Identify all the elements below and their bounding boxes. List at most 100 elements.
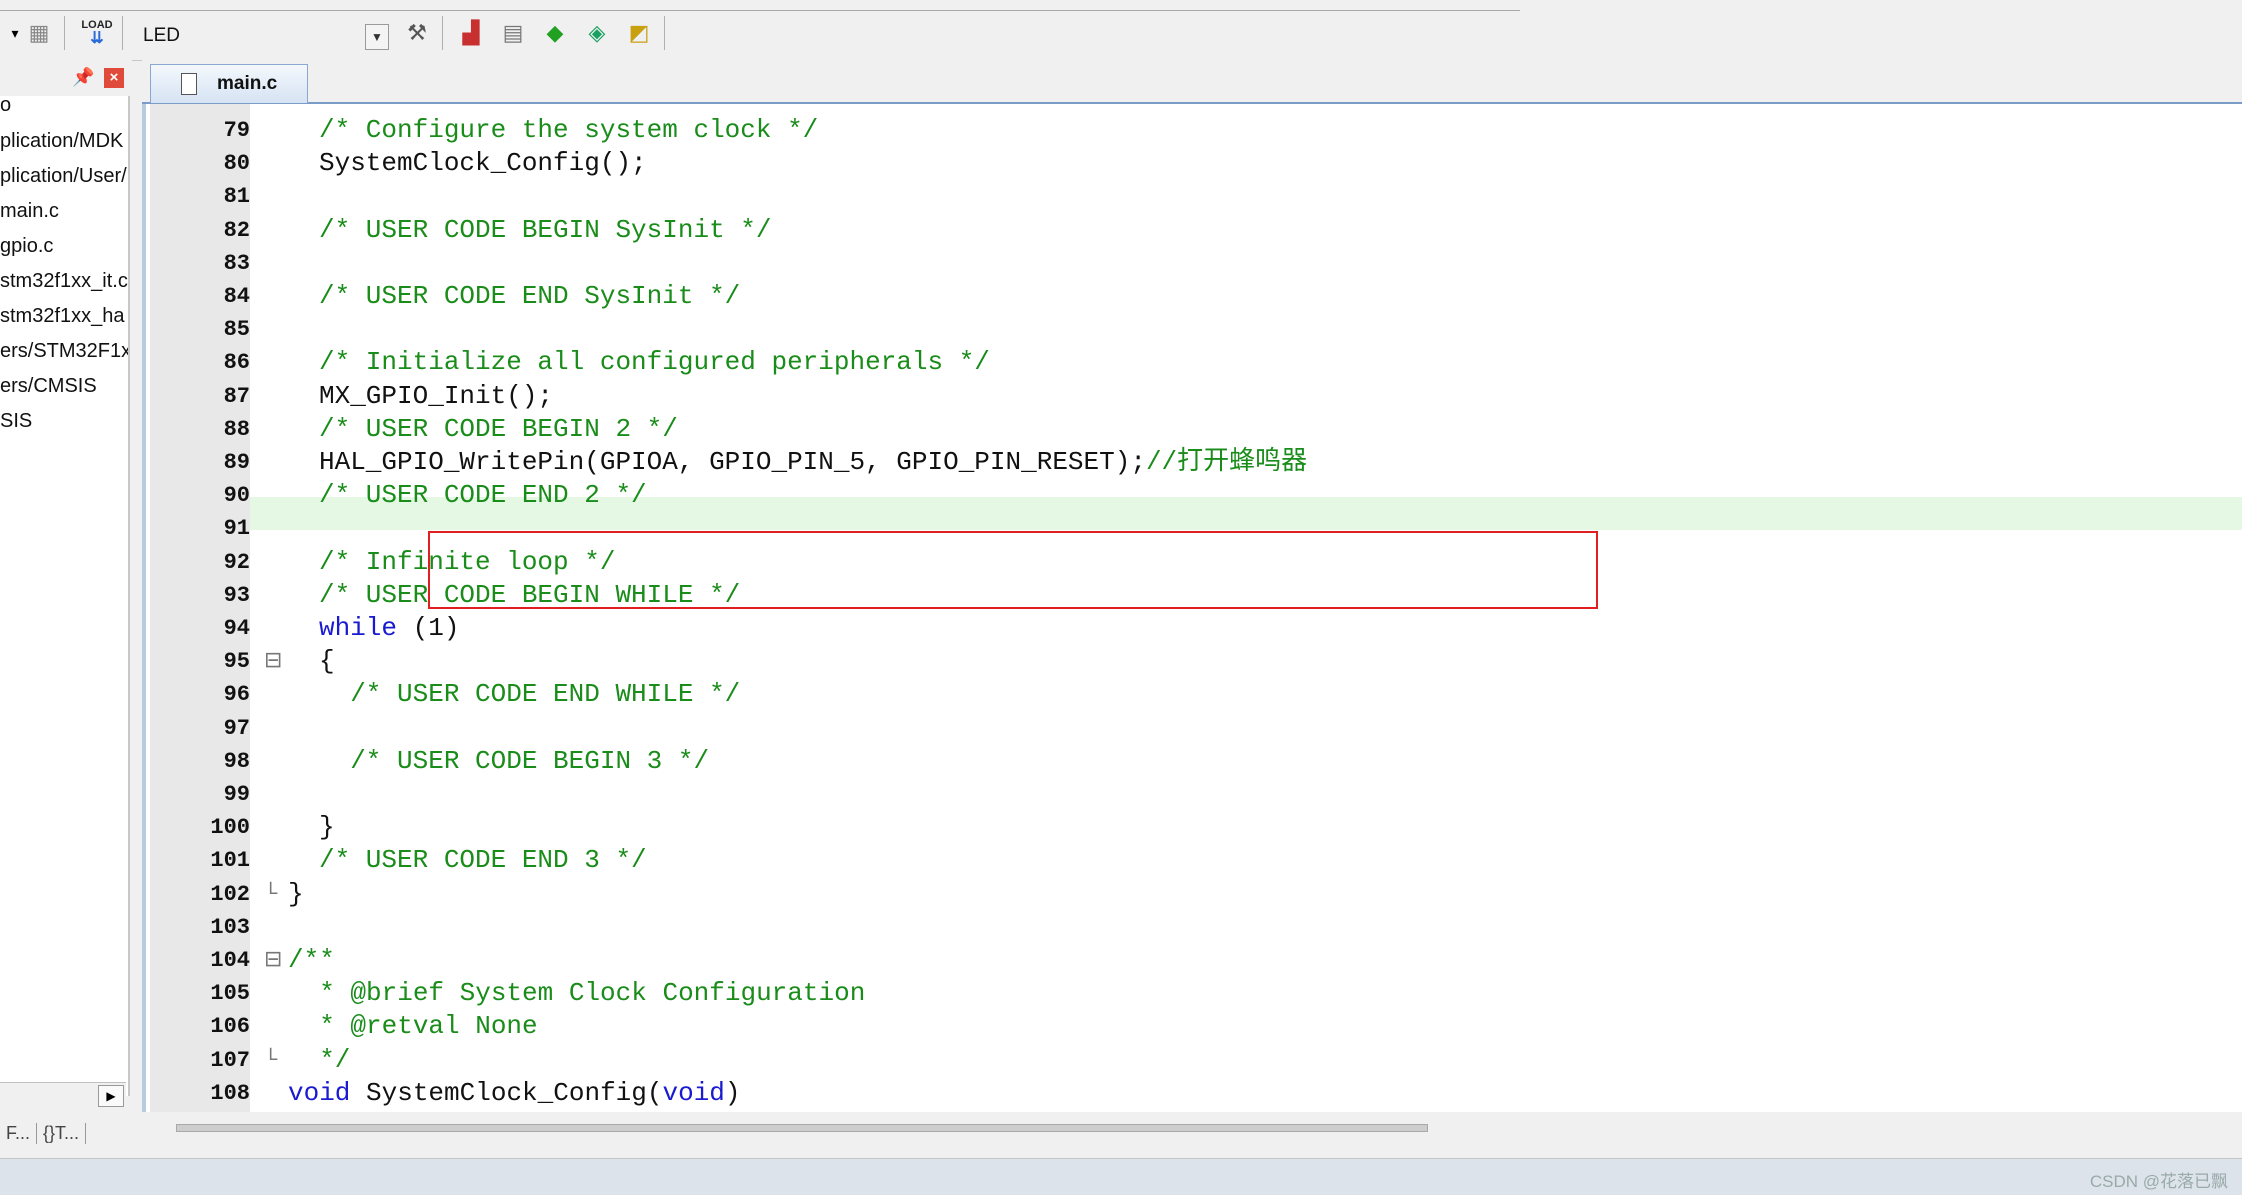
toolbar-separator bbox=[122, 16, 123, 50]
code-text: /* Configure the system clock */ bbox=[319, 114, 818, 147]
code-line[interactable]: 100} bbox=[146, 811, 2242, 844]
code-line[interactable]: 86/* Initialize all configured periphera… bbox=[146, 346, 2242, 379]
fold-end-marker: └ bbox=[264, 1044, 277, 1077]
tab-main-c[interactable]: main.c bbox=[150, 64, 308, 103]
pin-icon[interactable]: 📌 bbox=[72, 67, 94, 88]
line-number: 81 bbox=[150, 180, 250, 213]
select-packs-icon[interactable]: ◈ bbox=[582, 18, 612, 48]
manage-rte-icon[interactable]: ◩ bbox=[624, 18, 654, 48]
line-number: 95 bbox=[150, 645, 250, 678]
fold-toggle-icon[interactable]: ⊟ bbox=[264, 944, 282, 977]
tree-item[interactable]: SIS bbox=[0, 410, 32, 433]
fold-toggle-icon[interactable]: ⊟ bbox=[264, 645, 282, 678]
target-select[interactable]: LED ▼ bbox=[132, 20, 390, 52]
line-number: 88 bbox=[150, 413, 250, 446]
line-number: 92 bbox=[150, 546, 250, 579]
editor-horizontal-scrollbar[interactable] bbox=[142, 1114, 2242, 1150]
code-line[interactable]: 84 /* USER CODE END SysInit */ bbox=[146, 280, 2242, 313]
tree-item[interactable]: ers/STM32F1x bbox=[0, 340, 130, 363]
tree-item-gpio-c[interactable]: gpio.c bbox=[0, 235, 53, 258]
line-number-text: 85 bbox=[158, 313, 250, 346]
tree-item[interactable]: plication/User/ bbox=[0, 165, 127, 188]
code-line[interactable]: 87MX_GPIO_Init(); bbox=[146, 380, 2242, 413]
code-line[interactable]: 81 bbox=[146, 180, 2242, 213]
status-bar: CSDN @花落已飘 bbox=[0, 1158, 2242, 1195]
code-line[interactable]: 83 bbox=[146, 247, 2242, 280]
tab-label: main.c bbox=[217, 73, 277, 95]
code-line[interactable]: 99 bbox=[146, 778, 2242, 811]
tree-item[interactable]: plication/MDK bbox=[0, 130, 123, 153]
scroll-right-icon[interactable]: ▶ bbox=[98, 1085, 124, 1107]
code-line[interactable]: 97 bbox=[146, 712, 2242, 745]
line-number-text: 99 bbox=[158, 778, 250, 811]
close-icon[interactable]: × bbox=[104, 68, 124, 88]
code-line[interactable]: 101/* USER CODE END 3 */ bbox=[146, 844, 2242, 877]
line-number-text: 105 bbox=[158, 977, 250, 1010]
code-line[interactable]: 90 /* USER CODE END 2 */ bbox=[146, 479, 2242, 512]
manage-project-items-icon[interactable]: ▟ bbox=[456, 18, 486, 48]
code-token: MX_GPIO_Init(); bbox=[319, 381, 553, 411]
line-number-text: 98 bbox=[158, 745, 250, 778]
line-number: 90 bbox=[150, 479, 250, 512]
code-line[interactable]: 95 ⊟ { bbox=[146, 645, 2242, 678]
code-text: /* USER CODE END SysInit */ bbox=[319, 280, 740, 313]
code-line[interactable]: 98 /* USER CODE BEGIN 3 */ bbox=[146, 745, 2242, 778]
code-line[interactable]: 85 bbox=[146, 313, 2242, 346]
code-line[interactable]: 93/* USER CODE BEGIN WHILE */ bbox=[146, 579, 2242, 612]
watermark: CSDN @花落已飘 bbox=[2090, 1167, 2228, 1192]
code-line[interactable]: 94while (1) bbox=[146, 612, 2242, 645]
code-line[interactable]: 105 * @brief System Clock Configuration bbox=[146, 977, 2242, 1010]
tree-item[interactable]: o bbox=[0, 96, 11, 117]
line-number-text: 95 bbox=[158, 645, 250, 678]
code-line[interactable]: 102└} bbox=[146, 878, 2242, 911]
tab-files[interactable]: F... bbox=[0, 1123, 37, 1144]
code-line[interactable]: 82/* USER CODE BEGIN SysInit */ bbox=[146, 214, 2242, 247]
code-comment: /* USER CODE END SysInit */ bbox=[319, 281, 740, 311]
line-number: 91 bbox=[150, 512, 250, 545]
line-number: 89 bbox=[150, 446, 250, 479]
tree-item[interactable]: ers/CMSIS bbox=[0, 375, 97, 398]
code-line[interactable]: 92 /* Infinite loop */ bbox=[146, 546, 2242, 579]
tab-templates[interactable]: {}T... bbox=[37, 1123, 86, 1144]
scrollbar-thumb[interactable] bbox=[176, 1124, 1428, 1132]
code-line[interactable]: 107└ */ bbox=[146, 1044, 2242, 1077]
line-number-text: 102 bbox=[158, 878, 250, 911]
line-number: 79 bbox=[150, 114, 250, 147]
code-line[interactable]: 89HAL_GPIO_WritePin(GPIOA, GPIO_PIN_5, G… bbox=[146, 446, 2242, 479]
code-comment: //打开蜂鸣器 bbox=[1146, 447, 1307, 477]
tree-item[interactable]: stm32f1xx_ha bbox=[0, 305, 125, 328]
code-text: { bbox=[319, 645, 335, 678]
code-line[interactable]: 96 /* USER CODE END WHILE */ bbox=[146, 678, 2242, 711]
line-number-text: 96 bbox=[158, 678, 250, 711]
code-comment: /* USER CODE END WHILE */ bbox=[319, 679, 740, 709]
batch-build-icon[interactable]: ▦ bbox=[24, 18, 54, 48]
code-text: /* Infinite loop */ bbox=[319, 546, 615, 579]
line-number: 83 bbox=[150, 247, 250, 280]
code-line[interactable]: 80SystemClock_Config(); bbox=[146, 147, 2242, 180]
toolbar: ▾ ▦ LOAD ⇊ LED ▼ ⚒ ▟ ▤ ◆ ◈ ◩ bbox=[0, 0, 2242, 61]
line-number-text: 93 bbox=[158, 579, 250, 612]
line-number: 84 bbox=[150, 280, 250, 313]
pack-installer-icon[interactable]: ◆ bbox=[540, 18, 570, 48]
options-for-target-icon[interactable]: ⚒ bbox=[402, 18, 432, 48]
load-download-icon[interactable]: LOAD ⇊ bbox=[82, 18, 112, 48]
project-horizontal-scrollbar[interactable]: ▶ bbox=[0, 1082, 126, 1105]
chevron-down-icon[interactable]: ▼ bbox=[365, 24, 389, 50]
code-line[interactable]: 91 bbox=[146, 512, 2242, 545]
code-line[interactable]: 104⊟/** bbox=[146, 944, 2242, 977]
window-layout-icon[interactable]: ▤ bbox=[498, 18, 528, 48]
line-number: 96 bbox=[150, 678, 250, 711]
project-panel-header: 📌 × bbox=[0, 60, 132, 94]
editor-tab-strip: main.c bbox=[142, 60, 2242, 105]
code-line[interactable]: 103 bbox=[146, 911, 2242, 944]
code-line[interactable]: 88/* USER CODE BEGIN 2 */ bbox=[146, 413, 2242, 446]
code-text: /** bbox=[288, 944, 335, 977]
tree-item[interactable]: stm32f1xx_it.c bbox=[0, 270, 128, 293]
line-number-text: 82 bbox=[158, 214, 250, 247]
code-line[interactable]: 106 * @retval None bbox=[146, 1010, 2242, 1043]
code-line[interactable]: 108void SystemClock_Config(void) bbox=[146, 1077, 2242, 1110]
code-editor[interactable]: 79 /* Configure the system clock */80Syst… bbox=[142, 104, 2242, 1112]
tree-item-main-c[interactable]: main.c bbox=[0, 200, 59, 223]
code-text: /* USER CODE END 2 */ bbox=[319, 479, 647, 512]
code-line[interactable]: 79 /* Configure the system clock */ bbox=[146, 114, 2242, 147]
